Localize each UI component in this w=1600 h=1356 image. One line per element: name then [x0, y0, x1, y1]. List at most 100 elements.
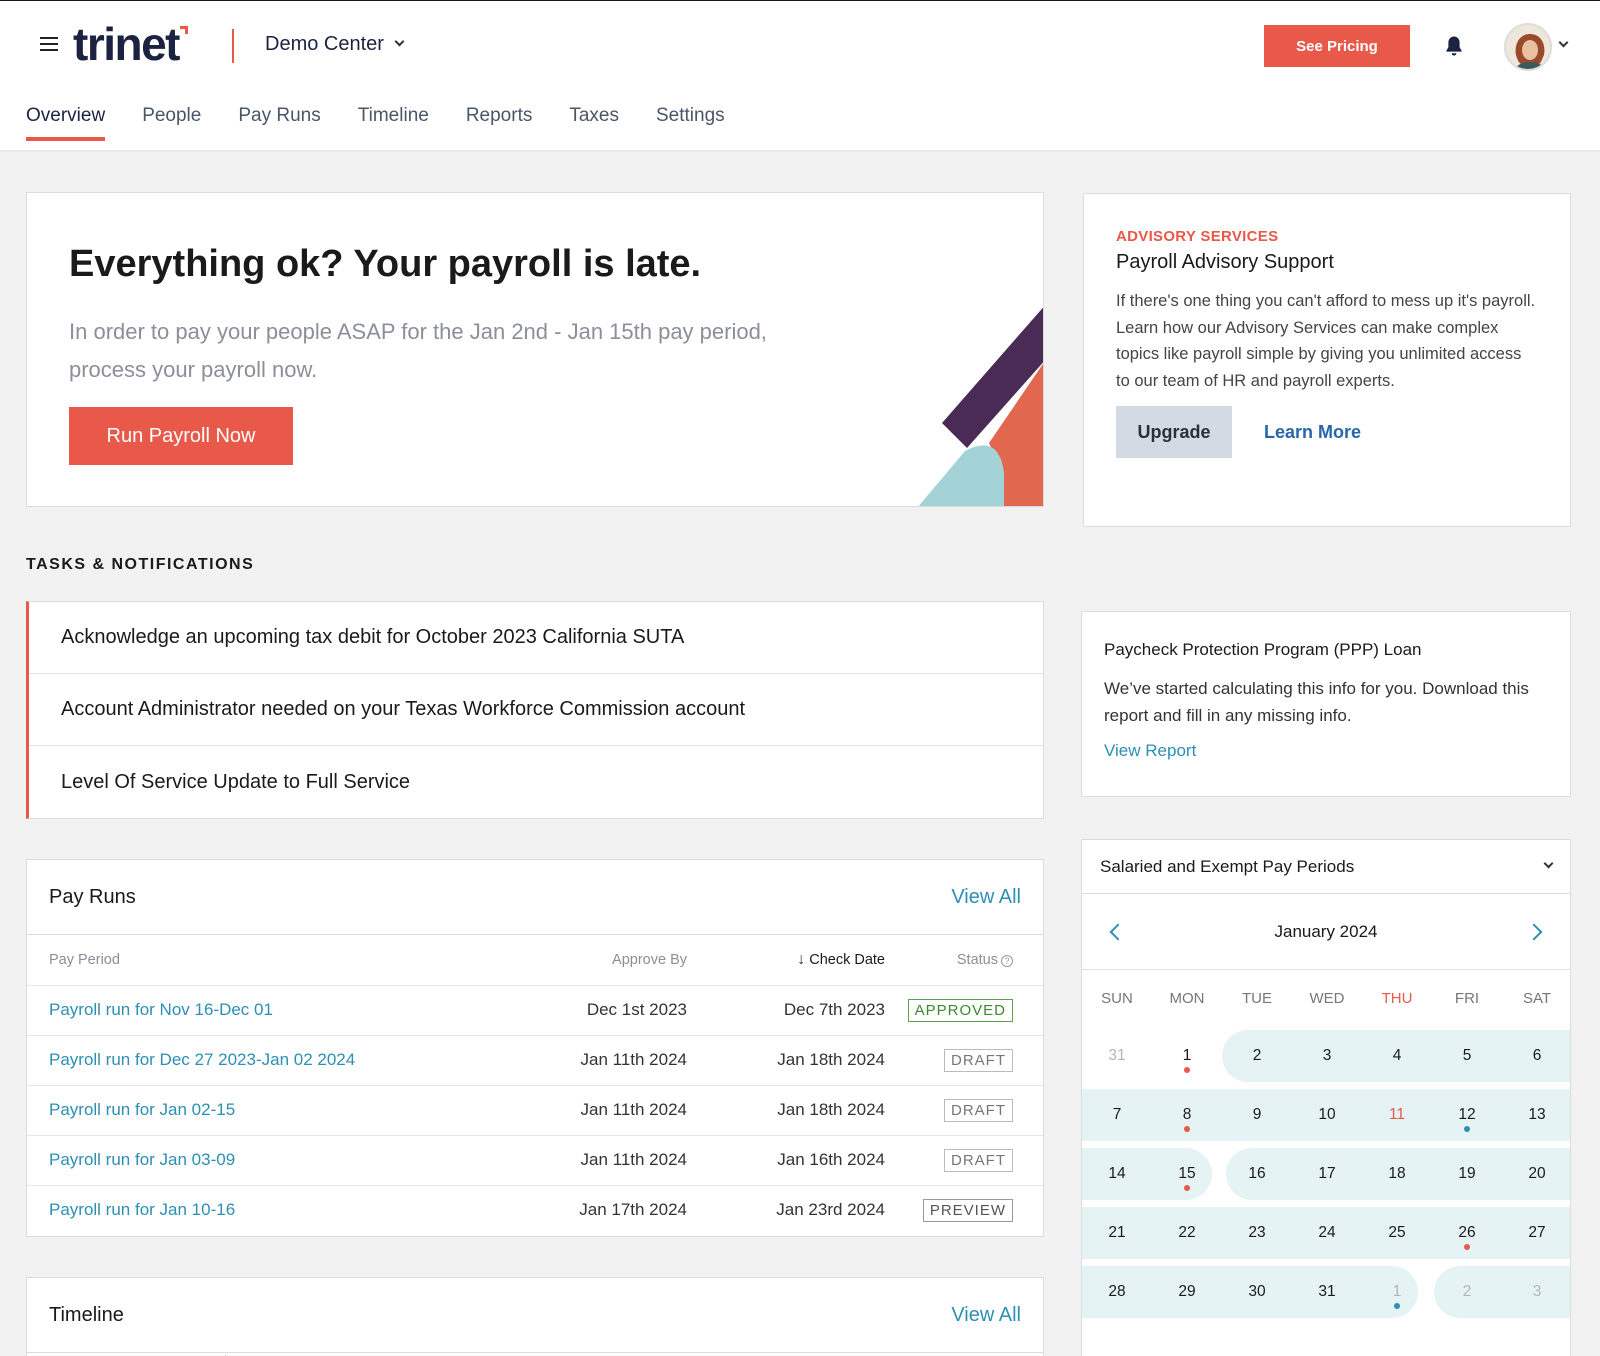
tab-reports[interactable]: Reports: [466, 105, 533, 141]
logo-mark: [180, 26, 188, 34]
approve-by-cell: Jan 17th 2024: [579, 1200, 687, 1220]
pay-runs-view-all-link[interactable]: View All: [951, 886, 1021, 909]
calendar-day[interactable]: 1: [1152, 1026, 1222, 1085]
calendar-day[interactable]: 23: [1222, 1203, 1292, 1262]
help-question-icon[interactable]: ?: [1001, 954, 1013, 967]
user-avatar[interactable]: [1504, 23, 1552, 71]
calendar-week: 21 22 23 24 25 26 27: [1082, 1203, 1570, 1262]
calendar-day[interactable]: 2: [1432, 1262, 1502, 1321]
pay-runs-card: Pay Runs View All Pay Period Approve By …: [26, 859, 1044, 1237]
calendar-day[interactable]: 31: [1082, 1026, 1152, 1085]
event-dot-icon: [1394, 1303, 1400, 1309]
calendar-day[interactable]: 8: [1152, 1085, 1222, 1144]
table-row: Payroll run for Jan 10-16 Jan 17th 2024 …: [27, 1185, 1043, 1235]
event-dot-icon: [1464, 1126, 1470, 1132]
calendar-day-number: 24: [1318, 1223, 1336, 1241]
calendar-day-number: 26: [1458, 1223, 1476, 1241]
calendar-day-number: 22: [1178, 1223, 1196, 1241]
weekday-sat: SAT: [1522, 989, 1552, 1007]
previous-month-icon[interactable]: [1109, 923, 1127, 940]
calendar-day[interactable]: 6: [1502, 1026, 1570, 1085]
calendar-day-number: 16: [1248, 1164, 1266, 1182]
avatar-chevron-down-icon[interactable]: [1558, 37, 1569, 48]
calendar-day-number: 2: [1252, 1046, 1262, 1064]
calendar-day[interactable]: 15: [1152, 1144, 1222, 1203]
tab-people[interactable]: People: [142, 105, 201, 141]
task-item[interactable]: Account Administrator needed on your Tex…: [29, 674, 1043, 746]
late-payroll-banner: Everything ok? Your payroll is late. In …: [26, 192, 1044, 507]
calendar-day[interactable]: 1: [1362, 1262, 1432, 1321]
weekday-sun: SUN: [1101, 989, 1133, 1007]
next-month-icon[interactable]: [1525, 923, 1543, 940]
calendar-day-number: 31: [1318, 1282, 1336, 1300]
column-header-approve-by[interactable]: Approve By: [447, 935, 687, 986]
calendar-day[interactable]: 21: [1082, 1203, 1152, 1262]
calendar-day-number: 18: [1388, 1164, 1406, 1182]
logo-text: trinet: [73, 18, 181, 70]
pay-period-calendar: Salaried and Exempt Pay Periods January …: [1081, 839, 1571, 1356]
task-item[interactable]: Acknowledge an upcoming tax debit for Oc…: [29, 602, 1043, 674]
task-item[interactable]: Level Of Service Update to Full Service: [29, 746, 1043, 818]
run-payroll-now-button[interactable]: Run Payroll Now: [69, 407, 293, 465]
calendar-day[interactable]: 30: [1222, 1262, 1292, 1321]
calendar-day[interactable]: 29: [1152, 1262, 1222, 1321]
calendar-day[interactable]: 12: [1432, 1085, 1502, 1144]
tab-settings[interactable]: Settings: [656, 105, 725, 141]
calendar-day[interactable]: 2: [1222, 1026, 1292, 1085]
calendar-day[interactable]: 14: [1082, 1144, 1152, 1203]
column-header-status[interactable]: Status?: [885, 935, 1043, 986]
tab-pay-runs[interactable]: Pay Runs: [238, 105, 320, 141]
calendar-day[interactable]: 26: [1432, 1203, 1502, 1262]
advisory-body: If there's one thing you can't afford to…: [1116, 292, 1536, 390]
pay-period-selector[interactable]: Salaried and Exempt Pay Periods: [1082, 840, 1570, 894]
week-days: 14 15 16 17 18 19 20: [1082, 1144, 1570, 1203]
timeline-view-all-link[interactable]: View All: [951, 1304, 1021, 1327]
calendar-day[interactable]: 22: [1152, 1203, 1222, 1262]
view-report-link[interactable]: View Report: [1104, 741, 1196, 761]
pay-run-link[interactable]: Payroll run for Jan 03-09: [49, 1150, 235, 1169]
calendar-day[interactable]: 19: [1432, 1144, 1502, 1203]
calendar-day-number: 8: [1182, 1105, 1192, 1123]
calendar-day[interactable]: 7: [1082, 1085, 1152, 1144]
learn-more-link[interactable]: Learn More: [1264, 422, 1361, 443]
see-pricing-button[interactable]: See Pricing: [1264, 25, 1410, 67]
calendar-day[interactable]: 17: [1292, 1144, 1362, 1203]
calendar-day[interactable]: 4: [1362, 1026, 1432, 1085]
check-date-cell: Jan 18th 2024: [687, 1085, 885, 1136]
tab-overview[interactable]: Overview: [26, 105, 106, 141]
calendar-day[interactable]: 5: [1432, 1026, 1502, 1085]
calendar-day[interactable]: 25: [1362, 1203, 1432, 1262]
calendar-day[interactable]: 3: [1502, 1262, 1570, 1321]
calendar-day[interactable]: 28: [1082, 1262, 1152, 1321]
table-row: Payroll run for Jan 02-15 Jan 11th 2024 …: [27, 1085, 1043, 1136]
upgrade-button[interactable]: Upgrade: [1116, 406, 1232, 458]
tab-taxes[interactable]: Taxes: [569, 105, 619, 141]
tab-timeline[interactable]: Timeline: [358, 105, 429, 141]
calendar-day[interactable]: 27: [1502, 1203, 1570, 1262]
calendar-day[interactable]: 16: [1222, 1144, 1292, 1203]
pay-run-link[interactable]: Payroll run for Nov 16-Dec 01: [49, 1000, 273, 1019]
calendar-day[interactable]: 24: [1292, 1203, 1362, 1262]
calendar-day-number: 20: [1528, 1164, 1546, 1182]
calendar-day[interactable]: 13: [1502, 1085, 1570, 1144]
calendar-day[interactable]: 11: [1362, 1085, 1432, 1144]
calendar-day[interactable]: 18: [1362, 1144, 1432, 1203]
calendar-day[interactable]: 3: [1292, 1026, 1362, 1085]
pay-run-link[interactable]: Payroll run for Jan 10-16: [49, 1200, 235, 1219]
column-header-check-date[interactable]: ↓ Check Date: [687, 935, 885, 986]
calendar-day[interactable]: 9: [1222, 1085, 1292, 1144]
trinet-logo[interactable]: trinet: [73, 17, 188, 71]
column-header-pay-period[interactable]: Pay Period: [27, 935, 447, 986]
pay-run-link[interactable]: Payroll run for Jan 02-15: [49, 1100, 235, 1119]
event-dot-icon: [1464, 1244, 1470, 1250]
calendar-week: 7 8 9 10 11 12 13: [1082, 1085, 1570, 1144]
calendar-day[interactable]: 20: [1502, 1144, 1570, 1203]
calendar-day[interactable]: 31: [1292, 1262, 1362, 1321]
tasks-section-label: TASKS & NOTIFICATIONS: [26, 556, 255, 573]
pay-run-link[interactable]: Payroll run for Dec 27 2023-Jan 02 2024: [49, 1050, 355, 1069]
hamburger-menu-icon[interactable]: [40, 37, 58, 51]
workspace-switcher[interactable]: Demo Center: [265, 33, 405, 56]
calendar-day-number: 3: [1532, 1282, 1542, 1300]
calendar-day[interactable]: 10: [1292, 1085, 1362, 1144]
bell-icon[interactable]: [1444, 35, 1464, 57]
